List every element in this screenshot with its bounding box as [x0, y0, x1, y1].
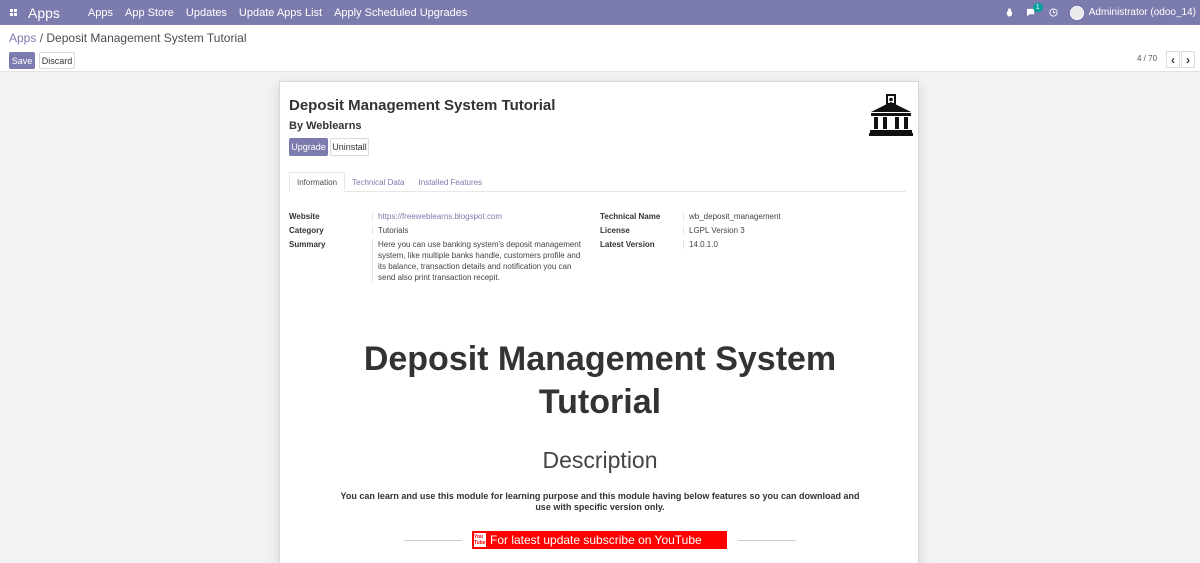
summary-label: Summary: [289, 240, 326, 249]
license-value: LGPL Version 3: [683, 226, 745, 235]
tab-installed-features[interactable]: Installed Features: [412, 172, 490, 192]
user-menu[interactable]: Administrator (odoo_14): [1089, 7, 1196, 18]
chevron-right-icon: ›: [1186, 52, 1190, 67]
bank-icon: [869, 94, 913, 136]
chat-icon[interactable]: 1: [1026, 3, 1043, 17]
technical-name-label: Technical Name: [600, 212, 661, 221]
menu-updates[interactable]: Updates: [186, 7, 227, 19]
breadcrumb-current: Deposit Management System Tutorial: [46, 31, 247, 45]
tab-information[interactable]: Information: [289, 172, 346, 192]
menu-update-apps-list[interactable]: Update Apps List: [239, 7, 322, 19]
module-tabs: Information Technical Data Installed Fea…: [289, 172, 906, 192]
menu-app-store[interactable]: App Store: [125, 7, 174, 19]
description-text: You can learn and use this module for le…: [340, 491, 860, 512]
message-count-badge: 1: [1032, 3, 1043, 12]
description-heading: Description: [542, 447, 658, 473]
youtube-row: You Tube For latest update subscribe on …: [404, 531, 796, 549]
avatar[interactable]: [1069, 5, 1084, 20]
bug-icon[interactable]: [1005, 8, 1014, 17]
description-title: Deposit Management System Tutorial: [363, 340, 837, 421]
module-form-sheet: Deposit Management System Tutorial By We…: [279, 81, 919, 563]
breadcrumb-apps-link[interactable]: Apps: [9, 31, 36, 45]
module-title: Deposit Management System Tutorial: [289, 97, 556, 114]
clock-icon[interactable]: [1049, 8, 1058, 17]
apps-grid-icon[interactable]: [0, 0, 26, 25]
latest-version-label: Latest Version: [600, 240, 655, 249]
discard-button[interactable]: Discard: [39, 52, 75, 69]
youtube-banner[interactable]: You Tube For latest update subscribe on …: [472, 531, 727, 549]
pager-previous-button[interactable]: ‹: [1166, 51, 1180, 68]
youtube-banner-text: For latest update subscribe on YouTube: [490, 533, 702, 547]
top-navbar: Apps Apps App Store Updates Update Apps …: [0, 0, 1200, 25]
website-link[interactable]: https://freeweblearns.blogspot.com: [372, 212, 502, 221]
upgrade-button[interactable]: Upgrade: [289, 138, 328, 156]
category-value: Tutorials: [372, 226, 408, 235]
uninstall-button[interactable]: Uninstall: [330, 138, 369, 156]
summary-value: Here you can use banking system's deposi…: [372, 239, 587, 283]
divider-right: [738, 540, 796, 541]
youtube-icon: You Tube: [474, 533, 486, 547]
latest-version-value: 14.0.1.0: [683, 240, 718, 249]
menu-apps[interactable]: Apps: [88, 7, 113, 19]
chevron-left-icon: ‹: [1171, 52, 1175, 67]
pager-next-button[interactable]: ›: [1181, 51, 1195, 68]
module-author: By Weblearns: [289, 120, 362, 132]
save-button[interactable]: Save: [9, 52, 35, 69]
breadcrumb: Apps / Deposit Management System Tutoria…: [9, 31, 246, 45]
category-label: Category: [289, 226, 324, 235]
divider-left: [404, 540, 462, 541]
brand-title[interactable]: Apps: [28, 5, 60, 21]
pager-value[interactable]: 4 / 70: [1137, 54, 1157, 63]
breadcrumb-separator: /: [39, 31, 44, 45]
menu-apply-scheduled-upgrades[interactable]: Apply Scheduled Upgrades: [334, 7, 467, 19]
website-label: Website: [289, 212, 320, 221]
control-panel: Apps / Deposit Management System Tutoria…: [0, 25, 1200, 72]
tab-technical-data[interactable]: Technical Data: [345, 172, 411, 192]
technical-name-value: wb_deposit_management: [683, 212, 781, 221]
license-label: License: [600, 226, 630, 235]
